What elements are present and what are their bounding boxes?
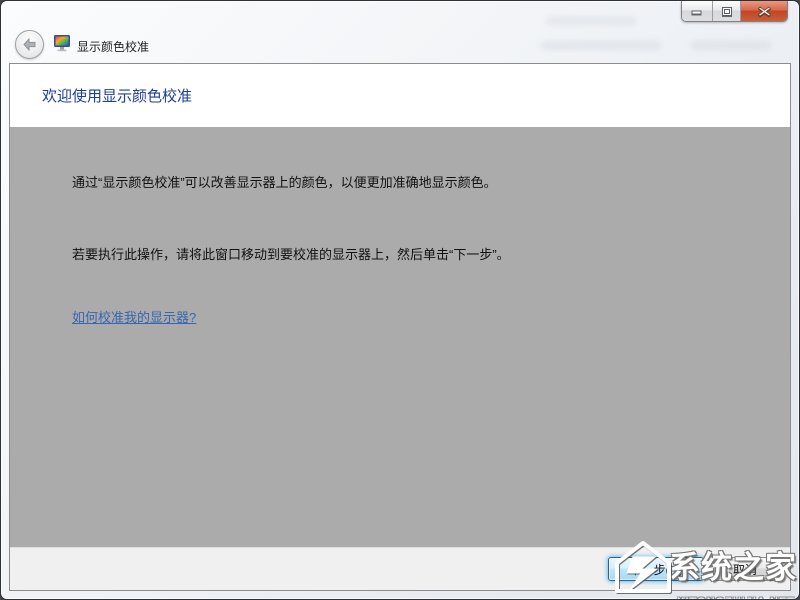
back-arrow-icon — [22, 38, 37, 51]
close-icon — [758, 6, 771, 17]
app-title: 显示颜色校准 — [77, 38, 149, 55]
maximize-button[interactable] — [713, 1, 741, 21]
back-button[interactable] — [15, 30, 44, 59]
watermark-site-url: XITONGZHIJIA.NET — [677, 596, 795, 600]
cancel-button[interactable]: 取消 — [712, 557, 778, 581]
calibration-help-link[interactable]: 如何校准我的显示器? — [72, 310, 196, 325]
wizard-body: 通过“显示颜色校准”可以改善显示器上的颜色，以便更加准确地显示颜色。 若要执行此… — [10, 127, 790, 547]
page-title: 欢迎使用显示颜色校准 — [42, 85, 192, 106]
maximize-icon — [721, 6, 733, 17]
wizard-content: 欢迎使用显示颜色校准 通过“显示颜色校准”可以改善显示器上的颜色，以便更加准确地… — [9, 63, 791, 591]
navigation-bar: 显示颜色校准 — [1, 23, 799, 63]
minimize-icon — [691, 6, 703, 16]
display-color-calibration-window: 显示颜色校准 欢迎使用显示颜色校准 通过“显示颜色校准”可以改善显示器上的颜色，… — [0, 0, 800, 600]
close-button[interactable] — [741, 1, 787, 21]
wizard-footer: 下一步(N) 取消 — [10, 547, 790, 590]
wizard-header: 欢迎使用显示颜色校准 — [10, 64, 790, 127]
intro-paragraph: 通过“显示颜色校准”可以改善显示器上的颜色，以便更加准确地显示颜色。 — [72, 172, 728, 191]
instruction-paragraph: 若要执行此操作，请将此窗口移动到要校准的显示器上，然后单击“下一步”。 — [72, 244, 728, 263]
minimize-button[interactable] — [682, 1, 713, 21]
window-controls — [681, 1, 788, 22]
display-color-icon — [53, 34, 71, 52]
next-button[interactable]: 下一步(N) — [608, 557, 704, 581]
